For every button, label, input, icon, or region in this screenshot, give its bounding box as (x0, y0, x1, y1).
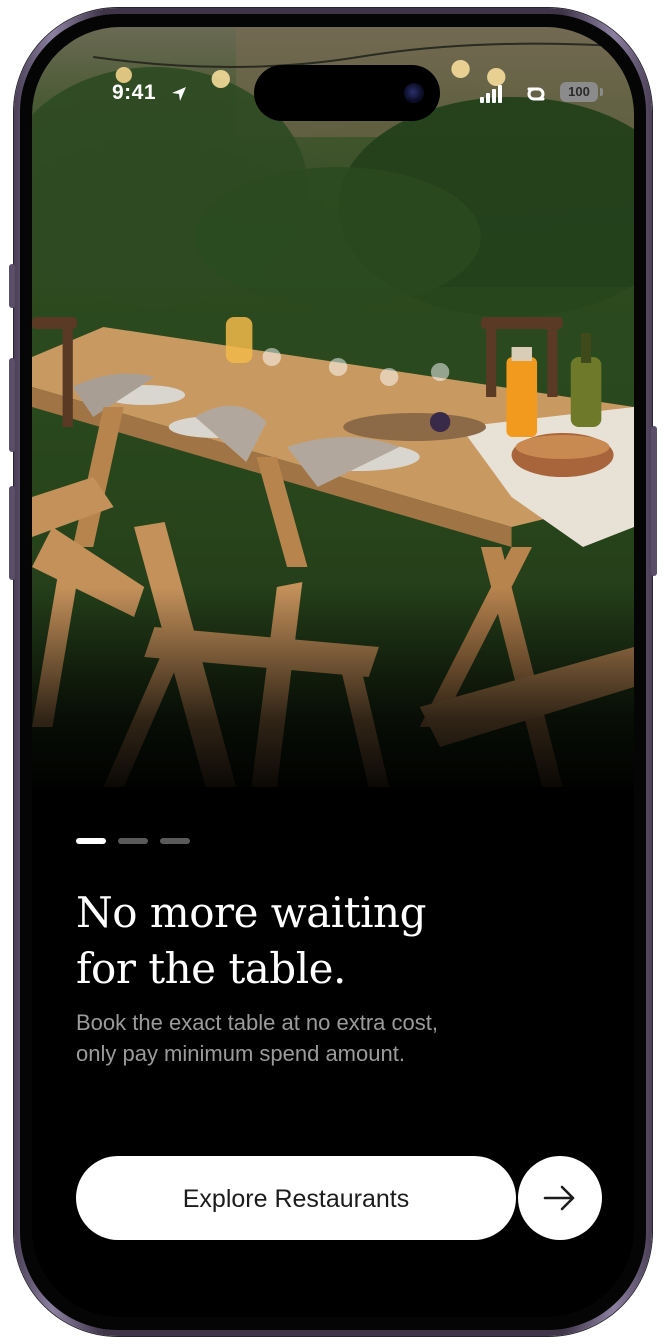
location-arrow-icon (172, 87, 186, 101)
dynamic-island (254, 65, 440, 121)
phone-frame: 9:41 100 No more waiting for the table. … (9, 8, 657, 1336)
onboarding-subtitle: Book the exact table at no extra cost, o… (76, 1007, 596, 1069)
page-dot-2[interactable] (118, 838, 148, 844)
status-bar: 9:41 100 (32, 27, 634, 121)
hero-photo (32, 27, 634, 807)
battery-icon: 100 (560, 82, 598, 102)
headline-line-2: for the table. (76, 944, 346, 993)
front-camera-icon (404, 83, 424, 103)
screen: 9:41 100 No more waiting for the table. … (32, 27, 634, 1317)
page-indicator (76, 838, 190, 844)
volume-down-button (9, 486, 15, 580)
power-button (651, 426, 657, 576)
page-dot-1[interactable] (76, 838, 106, 844)
arrow-right-icon (543, 1185, 575, 1211)
headline-line-1: No more waiting (76, 888, 426, 937)
link-icon (527, 87, 545, 101)
page-dot-3[interactable] (160, 838, 190, 844)
explore-restaurants-button[interactable]: Explore Restaurants (76, 1156, 516, 1240)
volume-up-button (9, 358, 15, 452)
battery-cap (600, 88, 603, 96)
action-button (9, 264, 15, 308)
status-time: 9:41 (112, 81, 157, 104)
subtitle-line-1: Book the exact table at no extra cost, (76, 1010, 438, 1035)
bezel: 9:41 100 No more waiting for the table. … (20, 14, 646, 1330)
onboarding-headline: No more waiting for the table. (76, 885, 596, 997)
subtitle-line-2: only pay minimum spend amount. (76, 1041, 405, 1066)
photo-gradient-overlay (32, 587, 634, 807)
signal-icon (480, 85, 502, 103)
next-button[interactable] (518, 1156, 602, 1240)
